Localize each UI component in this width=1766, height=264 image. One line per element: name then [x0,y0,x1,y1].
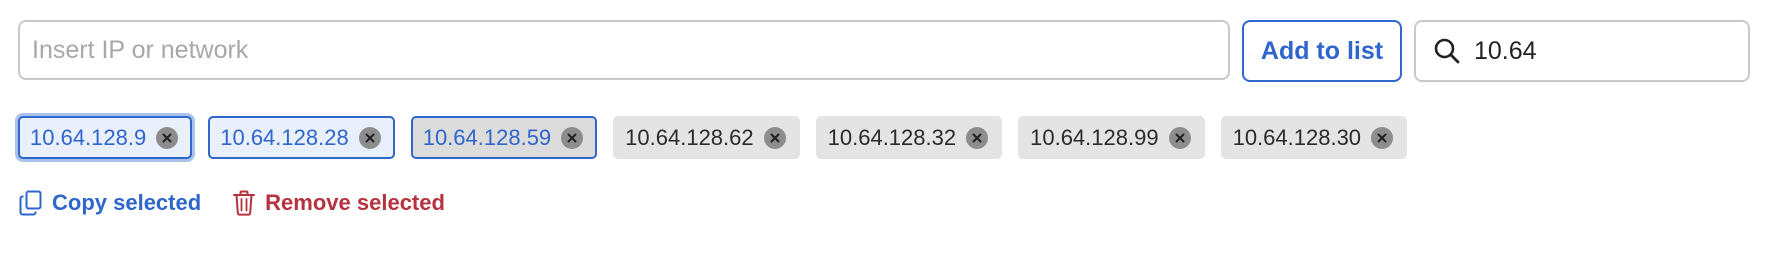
close-icon[interactable] [1371,126,1394,149]
trash-icon [231,190,257,216]
ip-chip-label: 10.64.128.9 [30,124,147,150]
remove-selected-button[interactable]: Remove selected [231,190,445,216]
ip-chip[interactable]: 10.64.128.62 [613,116,800,159]
ip-chip-label: 10.64.128.28 [220,124,349,150]
search-icon [1430,34,1464,68]
close-icon[interactable] [561,126,584,149]
close-icon[interactable] [358,126,381,149]
ip-chip[interactable]: 10.64.128.59 [410,116,598,159]
ip-network-input[interactable] [18,20,1230,80]
selection-actions: Copy selected Remove selected [18,190,445,216]
remove-selected-label: Remove selected [265,190,445,215]
ip-chip-label: 10.64.128.99 [1030,124,1159,150]
copy-icon [18,190,44,216]
ip-chip-label: 10.64.128.32 [827,124,957,150]
ip-chip[interactable]: 10.64.128.99 [1018,116,1205,159]
close-icon[interactable] [1168,126,1191,149]
ip-chip[interactable]: 10.64.128.32 [815,116,1003,159]
add-to-list-button[interactable]: Add to list [1242,20,1402,82]
ip-chip-label: 10.64.128.62 [625,124,754,150]
ip-chip[interactable]: 10.64.128.30 [1220,116,1408,159]
ip-chip-label: 10.64.128.30 [1232,124,1362,150]
search-field[interactable] [1414,20,1750,82]
close-icon[interactable] [763,126,786,149]
copy-selected-label: Copy selected [52,190,202,215]
ip-chip[interactable]: 10.64.128.9 [18,116,193,159]
close-icon[interactable] [156,126,179,149]
copy-selected-button[interactable]: Copy selected [18,190,201,216]
ip-chip[interactable]: 10.64.128.28 [208,116,395,159]
ip-chip-label: 10.64.128.59 [422,124,552,150]
close-icon[interactable] [966,126,989,149]
search-input[interactable] [1474,36,1748,66]
ip-chip-list: 10.64.128.9 10.64.128.28 10.64.128.59 10… [18,116,1408,159]
